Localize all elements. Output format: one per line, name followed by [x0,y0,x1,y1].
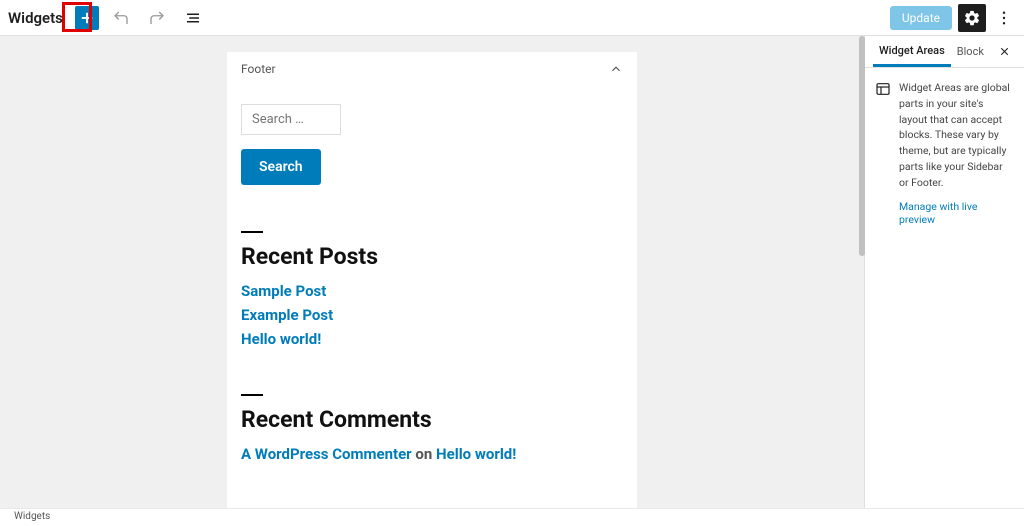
search-button[interactable]: Search [241,149,321,185]
top-toolbar: Widgets Update [0,0,1024,36]
comment-author-link[interactable]: A WordPress Commenter [241,445,412,463]
divider [241,394,263,396]
panel-title: Footer [241,62,276,76]
recent-posts-heading: Recent Posts [241,243,623,270]
search-input[interactable] [241,104,341,135]
post-link[interactable]: Sample Post [241,282,623,300]
post-link[interactable]: Example Post [241,306,623,324]
tab-widget-areas[interactable]: Widget Areas [873,36,951,67]
post-link[interactable]: Hello world! [241,330,623,348]
recent-comments-heading: Recent Comments [241,406,623,433]
toolbar-left: Widgets [8,4,207,32]
settings-button[interactable] [958,4,986,32]
page-title: Widgets [8,9,63,27]
footer-widget-panel: Footer Search Recent Posts Sample Post E… [227,52,637,508]
breadcrumb: Widgets [14,511,50,522]
comment-post-link[interactable]: Hello world! [436,445,516,463]
breadcrumb-bar: Widgets [0,508,1024,526]
add-block-button[interactable] [75,6,99,30]
chevron-up-icon [609,62,623,76]
more-options-button[interactable] [992,4,1016,32]
sidebar-text-wrap: Widget Areas are global parts in your si… [899,80,1014,226]
sidebar-tabs: Widget Areas Block [865,36,1024,68]
editor-canvas: Footer Search Recent Posts Sample Post E… [0,36,864,508]
comment-entry: A WordPress Commenter on Hello world! [241,445,623,463]
sidebar-description: Widget Areas are global parts in your si… [899,80,1014,190]
manage-live-preview-link[interactable]: Manage with live preview [899,200,1014,226]
settings-sidebar: Widget Areas Block Widget Areas are glob… [864,36,1024,508]
undo-button[interactable] [107,4,135,32]
panel-body: Search Recent Posts Sample Post Example … [227,86,637,481]
scrollbar[interactable] [859,36,865,256]
comment-on-text: on [415,445,432,463]
panel-header[interactable]: Footer [227,52,637,86]
layout-icon [875,81,891,97]
main-area: Footer Search Recent Posts Sample Post E… [0,36,1024,508]
divider [241,231,263,233]
toolbar-right: Update [890,4,1016,32]
close-sidebar-button[interactable] [998,43,1016,61]
list-view-button[interactable] [179,4,207,32]
tab-block[interactable]: Block [951,36,990,67]
sidebar-content: Widget Areas are global parts in your si… [865,68,1024,238]
redo-button[interactable] [143,4,171,32]
update-button[interactable]: Update [890,6,952,30]
